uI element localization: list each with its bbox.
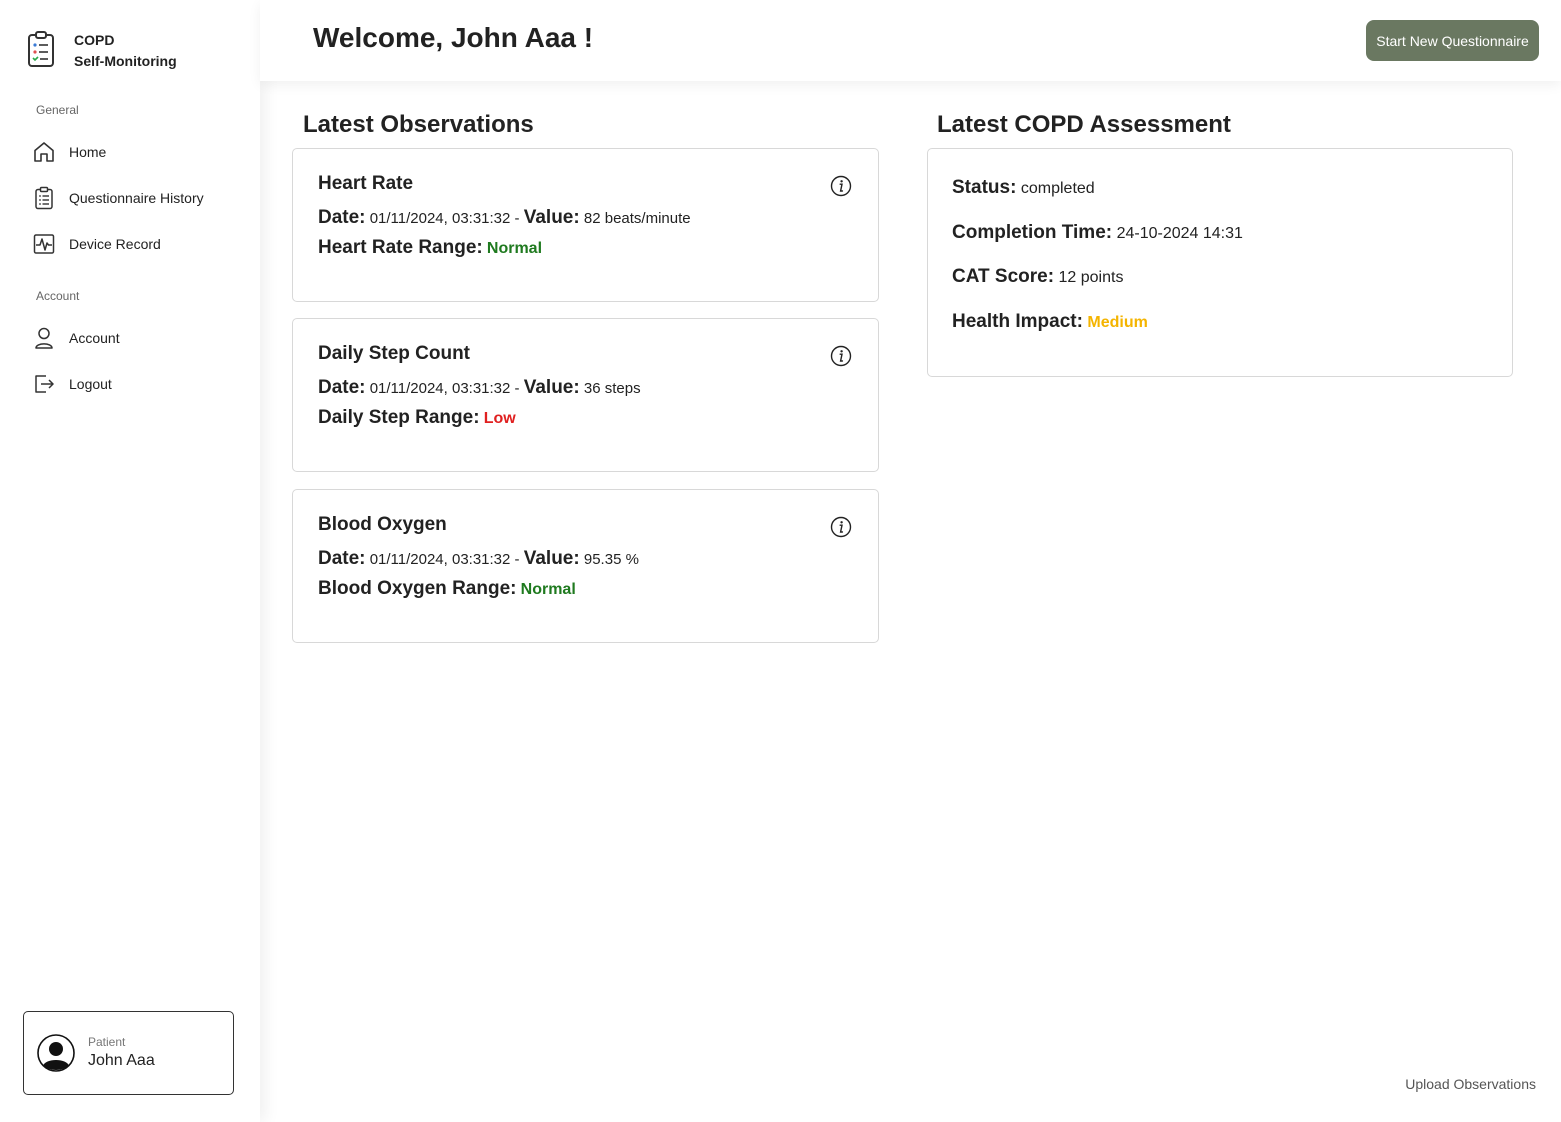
pulse-icon bbox=[32, 232, 56, 256]
brand: COPD Self-Monitoring bbox=[26, 30, 177, 72]
range-status: Normal bbox=[486, 240, 543, 257]
completion-label: Completion Time: bbox=[952, 222, 1113, 243]
brand-line2: Self-Monitoring bbox=[74, 53, 177, 69]
cat-label: CAT Score: bbox=[952, 266, 1055, 287]
app-root: COPD Self-Monitoring General Home Questi… bbox=[0, 0, 1561, 1122]
observation-date-value: Date: 01/11/2024, 03:31:32 - Value: 36 s… bbox=[318, 377, 641, 399]
completion-value: 24-10-2024 14:31 bbox=[1116, 225, 1243, 242]
range-label: Daily Step Range: bbox=[318, 407, 480, 428]
sidebar-item-questionnaire-history[interactable]: Questionnaire History bbox=[32, 184, 204, 212]
observations-title: Latest Observations bbox=[303, 111, 534, 138]
observation-date: 01/11/2024, 03:31:32 - bbox=[369, 380, 520, 397]
range-status: Normal bbox=[520, 581, 576, 598]
sidebar: COPD Self-Monitoring General Home Questi… bbox=[0, 0, 260, 1122]
observation-title: Blood Oxygen bbox=[318, 514, 447, 535]
observation-title: Daily Step Count bbox=[318, 343, 471, 364]
sidebar-item-device-record[interactable]: Device Record bbox=[32, 230, 161, 258]
avatar-icon bbox=[37, 1034, 75, 1072]
sidebar-item-label: Device Record bbox=[69, 236, 161, 252]
status-value: completed bbox=[1020, 180, 1095, 197]
upload-observations-link[interactable]: Upload Observations bbox=[1405, 1076, 1536, 1092]
sidebar-item-label: Account bbox=[69, 330, 120, 346]
assessment-title: Latest COPD Assessment bbox=[937, 111, 1231, 138]
sidebar-item-label: Home bbox=[69, 144, 107, 160]
range-label: Heart Rate Range: bbox=[318, 237, 483, 258]
impact-value: Medium bbox=[1087, 314, 1148, 331]
observation-range: Blood Oxygen Range: Normal bbox=[318, 578, 576, 600]
observation-range: Heart Rate Range: Normal bbox=[318, 237, 542, 259]
observation-value: 82 beats/minute bbox=[583, 210, 691, 227]
assessment-health-impact: Health Impact: Medium bbox=[952, 311, 1148, 333]
user-role: Patient bbox=[88, 1035, 126, 1049]
assessment-status: Status: completed bbox=[952, 177, 1095, 199]
header: Welcome, John Aaa ! Start New Questionna… bbox=[260, 0, 1561, 81]
clipboard-logo-icon bbox=[28, 31, 54, 67]
user-card[interactable]: Patient John Aaa bbox=[23, 1011, 234, 1095]
section-label-account: Account bbox=[36, 289, 80, 303]
observation-card-heart-rate: Heart Rate Date: 01/11/2024, 03:31:32 - … bbox=[292, 148, 879, 302]
sidebar-item-account[interactable]: Account bbox=[32, 324, 120, 352]
status-label: Status: bbox=[952, 177, 1017, 198]
observation-value: 95.35 % bbox=[583, 551, 639, 568]
observation-card-blood-oxygen: Blood Oxygen Date: 01/11/2024, 03:31:32 … bbox=[292, 489, 879, 643]
start-new-questionnaire-button[interactable]: Start New Questionnaire bbox=[1366, 20, 1539, 61]
impact-label: Health Impact: bbox=[952, 311, 1083, 332]
observation-date-value: Date: 01/11/2024, 03:31:32 - Value: 95.3… bbox=[318, 548, 639, 570]
range-label: Blood Oxygen Range: bbox=[318, 578, 517, 599]
logout-icon bbox=[32, 372, 56, 396]
range-status: Low bbox=[483, 410, 516, 427]
observation-value: 36 steps bbox=[583, 380, 641, 397]
observation-date: 01/11/2024, 03:31:32 - bbox=[369, 551, 520, 568]
sidebar-item-home[interactable]: Home bbox=[32, 138, 106, 166]
assessment-completion-time: Completion Time: 24-10-2024 14:31 bbox=[952, 222, 1243, 244]
value-label: Value: bbox=[523, 207, 580, 228]
date-label: Date: bbox=[318, 548, 366, 569]
brand-title: COPD Self-Monitoring bbox=[74, 30, 177, 72]
date-label: Date: bbox=[318, 207, 366, 228]
info-icon[interactable] bbox=[830, 516, 852, 538]
user-icon bbox=[32, 326, 56, 350]
clipboard-list-icon bbox=[32, 186, 56, 210]
info-icon[interactable] bbox=[830, 345, 852, 367]
observation-card-daily-step-count: Daily Step Count Date: 01/11/2024, 03:31… bbox=[292, 318, 879, 472]
observation-date: 01/11/2024, 03:31:32 - bbox=[369, 210, 520, 227]
value-label: Value: bbox=[523, 377, 580, 398]
user-name: John Aaa bbox=[88, 1052, 155, 1069]
sidebar-item-logout[interactable]: Logout bbox=[32, 370, 112, 398]
page-title: Welcome, John Aaa ! bbox=[313, 22, 594, 53]
assessment-cat-score: CAT Score: 12 points bbox=[952, 266, 1123, 288]
observation-date-value: Date: 01/11/2024, 03:31:32 - Value: 82 b… bbox=[318, 207, 691, 229]
value-label: Value: bbox=[523, 548, 580, 569]
sidebar-item-label: Logout bbox=[69, 376, 112, 392]
home-icon bbox=[32, 140, 56, 164]
info-icon[interactable] bbox=[830, 175, 852, 197]
observation-title: Heart Rate bbox=[318, 173, 414, 194]
cat-value: 12 points bbox=[1058, 269, 1124, 286]
section-label-general: General bbox=[36, 103, 79, 117]
brand-line1: COPD bbox=[74, 32, 115, 48]
assessment-card: Status: completed Completion Time: 24-10… bbox=[927, 148, 1513, 377]
sidebar-item-label: Questionnaire History bbox=[69, 190, 204, 206]
date-label: Date: bbox=[318, 377, 366, 398]
observation-range: Daily Step Range: Low bbox=[318, 407, 516, 429]
